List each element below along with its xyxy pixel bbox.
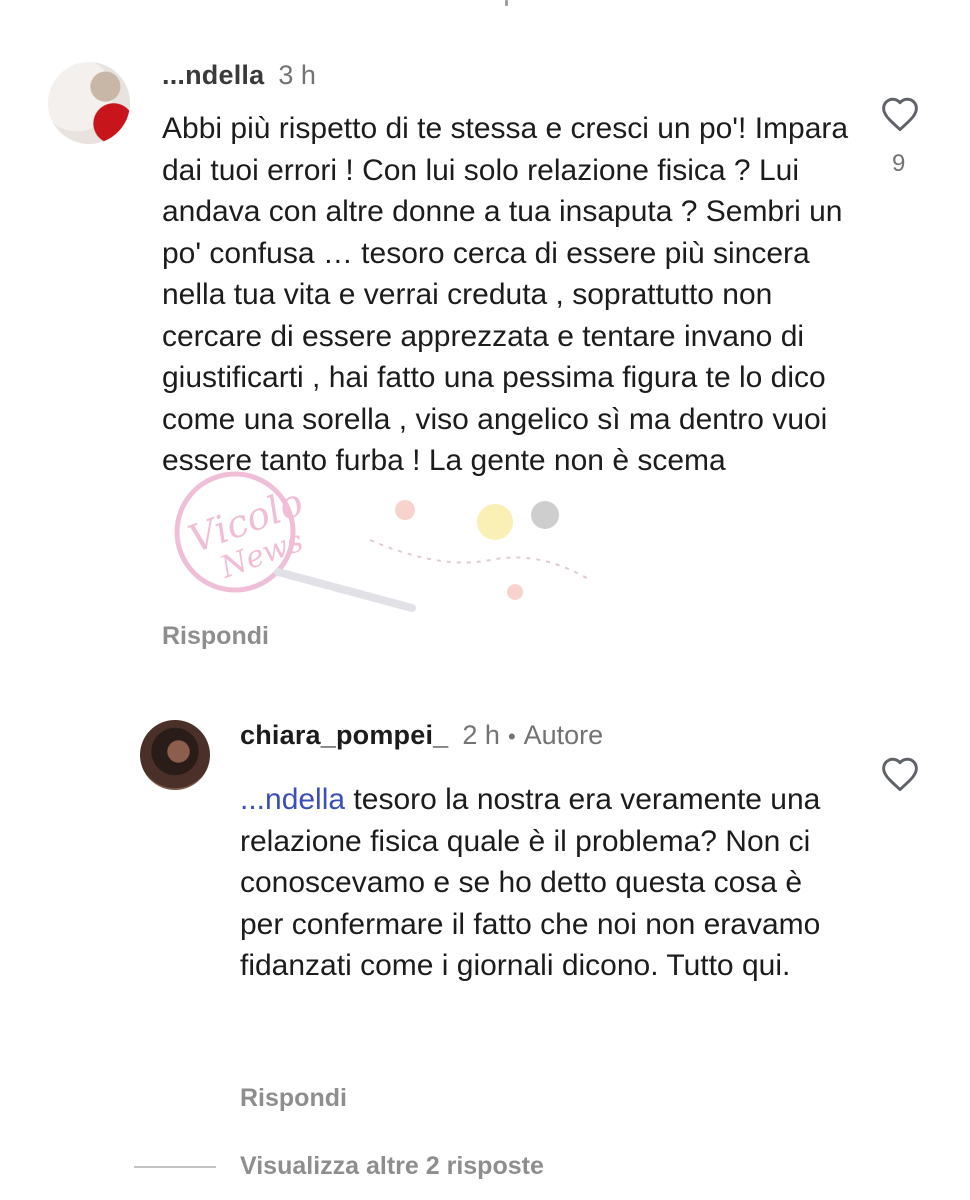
comment-header: chiara_pompei_ 2 h • Autore — [240, 720, 603, 751]
username[interactable]: ...ndella — [162, 60, 264, 91]
separator-dot: • — [507, 724, 516, 749]
comment-text: Abbi più rispetto di te stessa e cresci … — [162, 112, 857, 477]
author-badge: Autore — [523, 720, 604, 750]
replies-divider — [134, 1166, 216, 1168]
avatar[interactable] — [48, 62, 130, 144]
timestamp: 2 h — [462, 720, 500, 750]
comment-text: ...ndella tesoro la nostra era veramente… — [240, 779, 840, 987]
mention-link[interactable]: ...ndella — [240, 783, 345, 816]
timestamp: 3 h — [278, 60, 316, 90]
svg-text:News: News — [215, 524, 308, 586]
heart-icon[interactable] — [880, 96, 920, 132]
watermark-logo: Vicolo News — [174, 471, 591, 612]
scroll-indicator — [505, 0, 508, 6]
avatar[interactable] — [140, 720, 210, 790]
like-count: 9 — [892, 150, 906, 177]
view-more-replies-button[interactable]: Visualizza altre 2 risposte — [240, 1152, 544, 1181]
reply-button[interactable]: Rispondi — [240, 1084, 347, 1113]
heart-icon[interactable] — [880, 756, 920, 792]
username[interactable]: chiara_pompei_ — [240, 720, 448, 751]
comment-header: ...ndella 3 h — [162, 60, 316, 91]
svg-text:Vicolo: Vicolo — [183, 480, 309, 562]
reply-button[interactable]: Rispondi — [162, 622, 269, 651]
